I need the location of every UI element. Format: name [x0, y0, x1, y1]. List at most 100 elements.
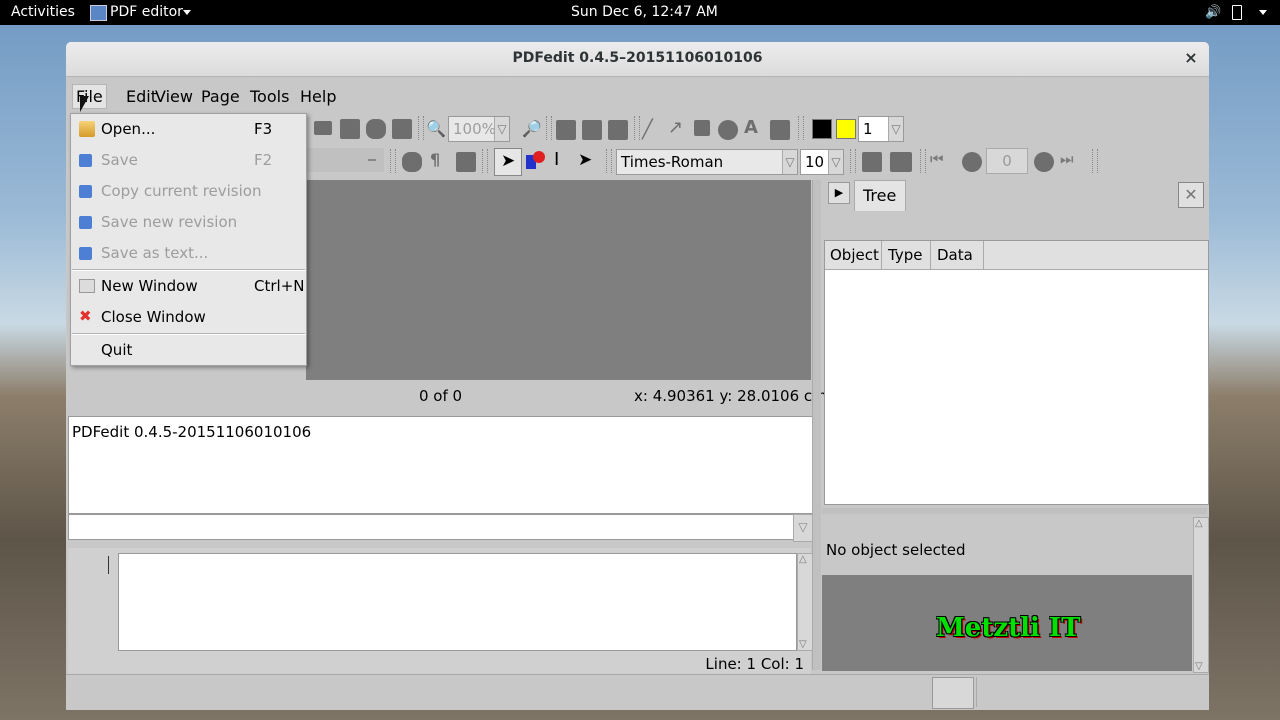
font-size-combo[interactable]: 10 ▽: [800, 149, 844, 175]
export-icon[interactable]: [890, 152, 912, 172]
toolbar-grip[interactable]: [1092, 149, 1098, 173]
line-tool-icon[interactable]: ╱: [642, 119, 662, 140]
annotation-link-icon[interactable]: [402, 152, 422, 172]
columns-icon[interactable]: [456, 152, 476, 172]
vertical-splitter[interactable]: [812, 180, 821, 670]
close-icon[interactable]: ×: [1181, 48, 1201, 68]
stroke-color-swatch[interactable]: [812, 119, 832, 139]
toolbar-grip[interactable]: [546, 116, 552, 140]
zoom-combo[interactable]: 100% ▽: [448, 116, 510, 142]
status-bar: [66, 674, 1209, 710]
toolbar-grip[interactable]: [418, 116, 424, 140]
menu-page[interactable]: Page: [201, 87, 240, 106]
page-add-icon[interactable]: [582, 120, 602, 140]
menu-item-open[interactable]: Open... F3: [71, 114, 306, 145]
toolbar-grip[interactable]: [920, 149, 926, 173]
chevron-down-icon[interactable]: ▽: [828, 150, 843, 174]
menu-item-quit[interactable]: Quit: [71, 335, 306, 366]
menu-edit[interactable]: Edit: [126, 87, 157, 106]
column-object[interactable]: Object: [825, 241, 882, 269]
last-page-icon[interactable]: ⏭: [1060, 150, 1080, 170]
ellipse-tool-icon[interactable]: [718, 120, 738, 140]
scroll-up-icon[interactable]: △: [799, 554, 807, 565]
clock[interactable]: Sun Dec 6, 12:47 AM: [571, 4, 718, 20]
first-page-icon[interactable]: ⏮: [930, 150, 950, 170]
page-number-field[interactable]: 0: [986, 148, 1028, 174]
text-edit-icon[interactable]: ¶: [430, 150, 450, 170]
column-data[interactable]: Data: [931, 241, 984, 269]
prev-page-icon[interactable]: [962, 152, 982, 172]
floppy-text-icon: [79, 247, 92, 260]
page-delete-icon[interactable]: [608, 120, 628, 140]
zoom-fit-icon[interactable]: 🔎: [522, 119, 542, 139]
menu-view[interactable]: View: [155, 87, 193, 106]
toolbar-row-1: 🔍 100% ▽ 🔎 ╱ ↗ A 1 ▽: [306, 115, 1206, 145]
menu-file[interactable]: File: [72, 84, 107, 109]
menu-item-save-new-revision[interactable]: Save new revision: [71, 207, 306, 238]
zoom-icon[interactable]: 🔍: [426, 119, 446, 139]
scroll-up-icon[interactable]: △: [1195, 518, 1203, 529]
volume-icon[interactable]: 🔊: [1205, 5, 1221, 20]
column-type[interactable]: Type: [882, 241, 931, 269]
page-view[interactable]: [306, 180, 811, 380]
menu-item-new-window[interactable]: New Window Ctrl+N: [71, 271, 306, 302]
toolbar-grip[interactable]: [850, 149, 856, 173]
command-input[interactable]: [68, 514, 795, 540]
property-scrollbar[interactable]: △ ▽: [1193, 517, 1209, 673]
menu-item-save-as-text[interactable]: Save as text...: [71, 238, 306, 269]
line-width-combo[interactable]: 1 ▽: [858, 116, 904, 142]
chevron-down-icon[interactable]: ▽: [888, 117, 903, 141]
page-first-icon[interactable]: [556, 120, 576, 140]
tab-tree[interactable]: Tree: [854, 180, 906, 211]
menu-item-copy-current-revision[interactable]: Copy current revision: [71, 176, 306, 207]
fill-color-swatch[interactable]: [836, 119, 856, 139]
chevron-down-icon[interactable]: ▽: [782, 150, 797, 174]
tree-view[interactable]: Object Type Data: [824, 240, 1209, 505]
toolbar-grip[interactable]: [798, 116, 804, 140]
text-tool-icon[interactable]: A: [744, 117, 764, 138]
tree-header: Object Type Data: [825, 241, 1208, 270]
close-tree-icon[interactable]: ✕: [1178, 182, 1204, 208]
status-field: [976, 677, 1193, 707]
toolbar-grip[interactable]: [390, 149, 396, 173]
import-icon[interactable]: [862, 152, 882, 172]
toolbar-grip[interactable]: [634, 116, 640, 140]
toolbar-grip[interactable]: [482, 149, 488, 173]
font-combo[interactable]: Times-Roman ▽: [616, 149, 798, 175]
activities-button[interactable]: Activities: [11, 4, 75, 20]
scroll-down-icon[interactable]: ▽: [1195, 661, 1203, 672]
floppy-copy-icon: [79, 185, 92, 198]
system-menu-arrow-icon[interactable]: [1259, 10, 1267, 15]
menu-bar: File Edit View Page Tools Help: [66, 82, 1209, 110]
toolbar-grip[interactable]: [606, 149, 612, 173]
chevron-down-icon[interactable]: ▽: [494, 117, 509, 141]
script-editor[interactable]: [118, 553, 797, 651]
editor-scrollbar[interactable]: △ ▽: [797, 553, 813, 651]
app-menu-button[interactable]: PDF editor: [110, 4, 183, 20]
page-icon[interactable]: [392, 119, 412, 139]
combo-handle-icon: [368, 159, 376, 161]
title-bar: PDFedit 0.4.5–20151106010106 ×: [66, 42, 1209, 77]
select-pointer-button[interactable]: ➤: [494, 148, 522, 176]
command-history-dropdown[interactable]: ▽: [793, 514, 813, 542]
fill-tool-icon[interactable]: [770, 120, 790, 140]
rotate-icon[interactable]: [366, 119, 386, 139]
console-output[interactable]: PDFedit 0.4.5-20151106010106: [68, 416, 813, 514]
arrow-tool-icon[interactable]: ↗: [668, 117, 688, 138]
text-cursor-icon[interactable]: I: [554, 149, 574, 170]
move-icon[interactable]: [340, 119, 360, 139]
select-object-icon[interactable]: ➤: [578, 150, 598, 170]
select-color-icon[interactable]: [526, 151, 546, 171]
battery-icon[interactable]: [1232, 5, 1242, 20]
menu-tools[interactable]: Tools: [250, 87, 289, 106]
tab-scroll-right-icon[interactable]: ▶: [828, 182, 850, 204]
menu-item-save[interactable]: Save F2: [71, 145, 306, 176]
rectangle-tool-icon[interactable]: [694, 120, 710, 136]
rect-select-icon[interactable]: [314, 121, 332, 135]
next-page-icon[interactable]: [1034, 152, 1054, 172]
revision-combo[interactable]: [306, 148, 384, 172]
horizontal-splitter[interactable]: [822, 508, 1207, 514]
menu-help[interactable]: Help: [300, 87, 336, 106]
menu-item-close-window[interactable]: ✖ Close Window: [71, 302, 306, 333]
scroll-down-icon[interactable]: ▽: [799, 639, 807, 650]
